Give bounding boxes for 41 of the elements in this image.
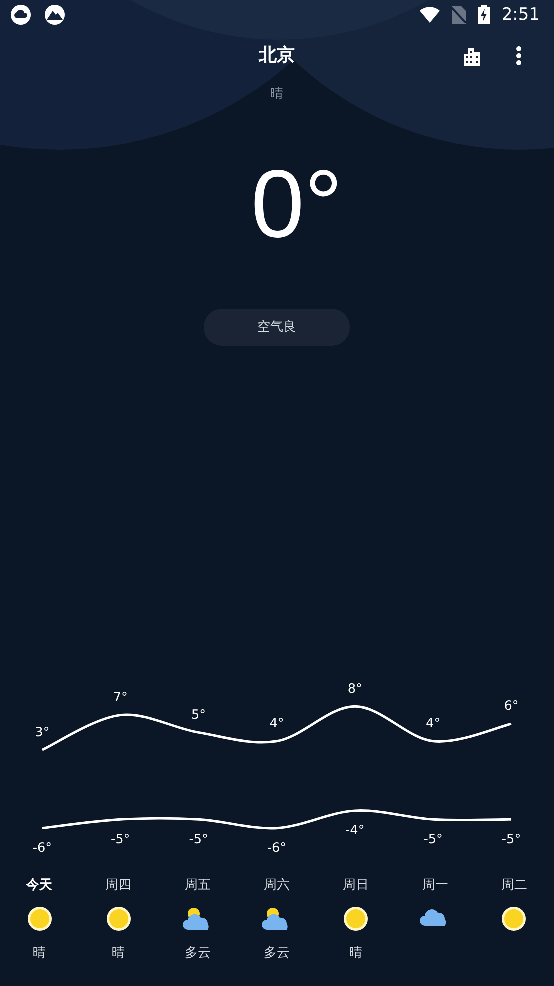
day-condition: 多云 bbox=[264, 945, 290, 962]
air-quality-badge: 空气良 bbox=[204, 309, 350, 346]
temperature-label: 3° bbox=[35, 726, 50, 741]
current-temperature: 0° bbox=[251, 157, 343, 253]
temperature-label: -5° bbox=[111, 832, 130, 848]
temperature-label: 4° bbox=[270, 717, 284, 732]
temperature-label: -6° bbox=[32, 842, 52, 856]
city-buildings-icon[interactable] bbox=[462, 46, 482, 66]
day-condition: 晴 bbox=[350, 945, 363, 962]
sun-icon bbox=[26, 906, 53, 932]
city-title: 北京 bbox=[259, 44, 295, 68]
more-menu-icon[interactable] bbox=[516, 46, 522, 66]
temperature-label: 5° bbox=[192, 708, 206, 724]
status-time: 2:51 bbox=[502, 4, 540, 25]
weather-condition: 晴 bbox=[270, 86, 284, 103]
day-label: 周一 bbox=[422, 877, 448, 894]
day-condition: 多云 bbox=[184, 945, 211, 962]
day-condition: 晴 bbox=[112, 945, 126, 962]
temperature-label: 8° bbox=[348, 682, 362, 698]
temperature-label: -6° bbox=[267, 842, 287, 856]
sun-icon bbox=[343, 906, 370, 932]
sun-icon bbox=[106, 906, 132, 932]
temperature-label: 7° bbox=[113, 690, 128, 706]
day-label: 周二 bbox=[501, 877, 528, 894]
temperature-label: -5° bbox=[424, 832, 443, 848]
temperature-label: -5° bbox=[502, 832, 522, 848]
mountain-icon bbox=[44, 4, 66, 26]
cloud-icon bbox=[10, 4, 32, 26]
day-label: 周六 bbox=[264, 877, 290, 894]
day-label: 周五 bbox=[184, 877, 211, 894]
temperature-label: 4° bbox=[426, 717, 441, 732]
wifi-icon bbox=[420, 6, 440, 23]
day-label: 今天 bbox=[26, 877, 53, 894]
day-label: 周四 bbox=[106, 877, 132, 894]
day-condition: 晴 bbox=[33, 945, 46, 962]
temperature-label: 6° bbox=[504, 700, 519, 715]
temperature-label: -5° bbox=[189, 832, 208, 848]
day-label: 周日 bbox=[343, 877, 370, 894]
temperature-label: -4° bbox=[346, 824, 365, 840]
battery-charging-icon bbox=[478, 5, 490, 24]
sun-icon bbox=[501, 906, 528, 932]
